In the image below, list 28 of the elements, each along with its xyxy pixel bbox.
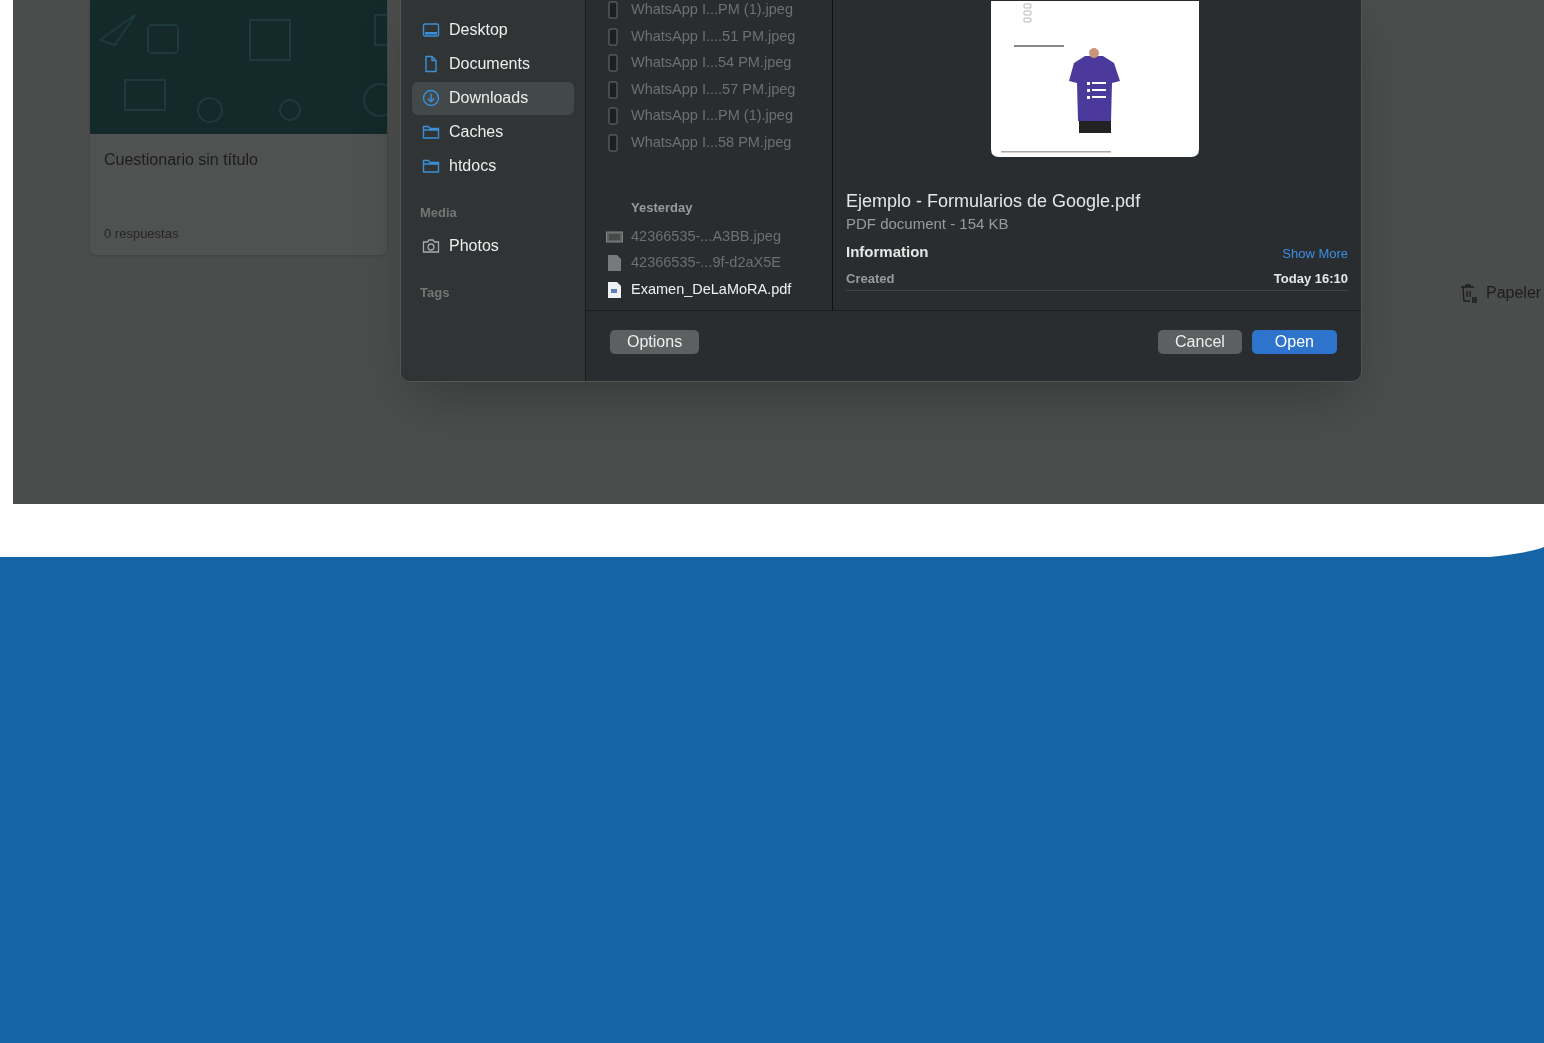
info-value: Today 16:10: [1273, 269, 1348, 288]
trash-icon: [1460, 283, 1478, 303]
sidebar-item[interactable]: Photos: [412, 229, 574, 262]
camera-icon: [422, 236, 440, 255]
sidebar-item[interactable]: Desktop: [412, 13, 574, 47]
sidebar-item[interactable]: Documents: [412, 47, 574, 81]
desktop-icon: [422, 21, 440, 39]
show-more-link[interactable]: Show More: [1282, 244, 1348, 264]
folder-icon: [422, 123, 440, 141]
file-title: Ejemplo - Formularios de Google.pdf: [846, 190, 1142, 213]
info-label: Created: [846, 269, 895, 288]
document-icon: [422, 55, 440, 73]
document-icon: [606, 254, 623, 273]
sidebar-heading: Media: [419, 204, 458, 222]
download-icon: [422, 89, 440, 107]
information-heading: Information: [846, 242, 929, 262]
dialog-button[interactable]: Options: [610, 330, 700, 354]
pdf-file-icon: [606, 280, 623, 299]
group-heading: Yesterday: [630, 199, 694, 217]
file-row[interactable]: Examen_DeLaMoRA.pdf: [606, 276, 832, 303]
file-type-size: PDF document - 154 KB: [846, 214, 1010, 234]
sidebar-item[interactable]: htdocs: [412, 149, 574, 183]
sidebar-item[interactable]: Downloads: [412, 81, 574, 115]
sidebar-item[interactable]: Caches: [412, 115, 574, 149]
sidebar-heading: Tags: [419, 283, 451, 302]
primary-button[interactable]: Open: [1251, 330, 1337, 354]
folder-icon: [422, 157, 440, 175]
dialog-button[interactable]: Cancel: [1158, 330, 1242, 354]
